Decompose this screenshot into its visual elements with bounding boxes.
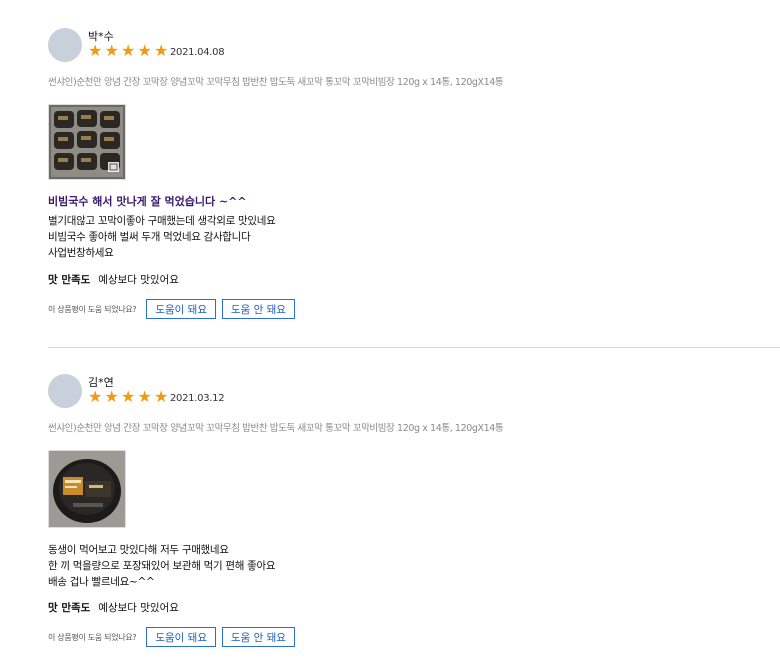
avatar <box>48 28 82 62</box>
star-icon: ★ <box>88 387 103 406</box>
helpful-section: 이 상품평이 도움 되었나요? 도움이 돼요 도움 안 돼요 <box>48 626 301 648</box>
review-photo-image <box>49 105 125 179</box>
review-item: 김*연 ★ ★ ★ ★ ★ 2021.03.12 썬샤인)순천만 앙념 간장 꼬막장 양… <box>48 374 780 654</box>
product-option: 썬샤인)순천만 앙념 간장 꼬막장 양념꼬막 꼬막무침 밥반찬 밥도둑 새꼬막 … <box>48 77 504 88</box>
review-headline: 비빔국수 해서 맛나게 잘 먹었습니다 ~^^ <box>48 195 247 208</box>
review-body-line: 동생이 먹어보고 맛있다해 저두 구매했네요 <box>48 544 229 556</box>
helpful-question: 이 상품평이 도움 되었나요? <box>48 632 137 642</box>
review-date: 2021.04.08 <box>170 47 225 58</box>
helpful-section: 이 상품평이 도움 되었나요? 도움이 돼요 도움 안 돼요 <box>48 298 301 320</box>
star-icon: ★ <box>137 387 152 406</box>
star-rating: ★ ★ ★ ★ ★ <box>88 41 171 60</box>
star-icon: ★ <box>121 387 136 406</box>
helpful-question: 이 상품평이 도움 되었나요? <box>48 304 137 314</box>
star-icon: ★ <box>154 387 169 406</box>
taste-label: 맛 만족도 <box>48 602 91 614</box>
star-rating: ★ ★ ★ ★ ★ <box>88 387 171 406</box>
taste-satisfaction: 맛 만족도 예상보다 맛있어요 <box>48 272 179 287</box>
star-icon: ★ <box>88 41 103 60</box>
taste-value: 예상보다 맛있어요 <box>98 602 179 614</box>
avatar <box>48 374 82 408</box>
taste-label: 맛 만족도 <box>48 274 91 286</box>
review-date: 2021.03.12 <box>170 393 225 404</box>
review-body: 동생이 먹어보고 맛있다해 저두 구매했네요 한 끼 먹을량으로 포장돼있어 보… <box>48 542 275 590</box>
helpful-yes-button[interactable]: 도움이 돼요 <box>146 627 216 647</box>
review-photo-image <box>49 451 125 527</box>
taste-satisfaction: 맛 만족도 예상보다 맛있어요 <box>48 600 179 615</box>
review-body-line: 한 끼 먹을량으로 포장돼있어 보관해 먹기 편해 좋아요 <box>48 560 276 572</box>
helpful-yes-button[interactable]: 도움이 돼요 <box>146 299 216 319</box>
product-option: 썬샤인)순천만 앙념 간장 꼬막장 양념꼬막 꼬막무침 밥반찬 밥도둑 새꼬막 … <box>48 423 504 434</box>
star-icon: ★ <box>137 41 152 60</box>
helpful-no-button[interactable]: 도움 안 돼요 <box>221 299 295 319</box>
star-icon: ★ <box>104 41 119 60</box>
review-body-line: 사업번창하세요 <box>48 247 114 259</box>
star-icon: ★ <box>121 41 136 60</box>
review-photo[interactable] <box>48 450 126 528</box>
review-photo[interactable] <box>48 104 126 180</box>
review-body-line: 비빔국수 좋아해 벌써 두개 먹었네요 감사합니다 <box>48 231 251 243</box>
taste-value: 예상보다 맛있어요 <box>98 274 179 286</box>
review-divider <box>48 347 780 348</box>
star-icon: ★ <box>104 387 119 406</box>
star-icon: ★ <box>154 41 169 60</box>
review-body-line: 별기대않고 꼬막이좋아 구매했는데 생각외로 맛있네요 <box>48 215 276 227</box>
review-body: 별기대않고 꼬막이좋아 구매했는데 생각외로 맛있네요 비빔국수 좋아해 벌써 … <box>48 213 276 261</box>
review-body-line: 배송 겁나 빨르네요~^^ <box>48 576 155 588</box>
helpful-no-button[interactable]: 도움 안 돼요 <box>221 627 295 647</box>
review-item: 박*수 ★ ★ ★ ★ ★ 2021.04.08 썬샤인)순천만 앙념 간장 꼬막장 양… <box>48 28 780 328</box>
